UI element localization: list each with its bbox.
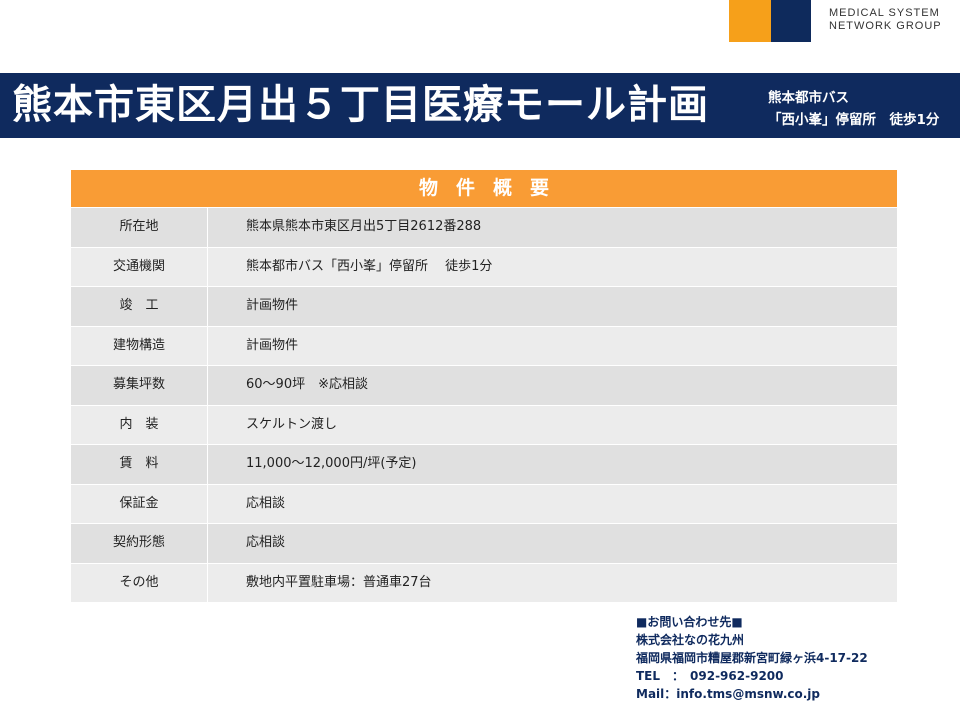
row-value: 熊本県熊本市東区月出5丁目2612番288: [246, 219, 482, 234]
row-label: 竣 工: [71, 287, 208, 326]
contact-mail[interactable]: Mail：info.tms@msnw.co.jp: [636, 685, 868, 703]
table-row-rent: 賃 料 11,000～12,000円/坪(予定): [71, 444, 897, 484]
table-row-completion: 竣 工 計画物件: [71, 286, 897, 326]
row-label: 内 装: [71, 405, 208, 444]
table-row-deposit: 保証金 応相談: [71, 483, 897, 523]
table-row-floor-area: 募集坪数 60～90坪 ※応相談: [71, 365, 897, 405]
contact-info: ■お問い合わせ先■ 株式会社なの花九州 福岡県福岡市糟屋郡新宮町緑ヶ浜4-17-…: [636, 613, 868, 703]
row-label: その他: [71, 563, 208, 602]
row-label: 建物構造: [71, 326, 208, 365]
table-row-location: 所在地 熊本県熊本市東区月出5丁目2612番288: [71, 207, 897, 247]
table-row-transport: 交通機関 熊本都市バス「西小峯」停留所 徒歩1分: [71, 246, 897, 286]
page-title: 熊本市東区月出５丁目医療モール計画: [12, 82, 709, 128]
logo-orange-block: [729, 0, 771, 42]
contact-company: 株式会社なの花九州: [636, 633, 745, 647]
table-row-other: その他 敷地内平置駐車場：普通車27台: [71, 562, 897, 602]
row-value: スケルトン渡し: [246, 416, 338, 432]
title-band: 熊本市東区月出５丁目医療モール計画 熊本都市バス 「西小峯」停留所 徒歩1分: [0, 73, 960, 138]
access-info: 熊本都市バス 「西小峯」停留所 徒歩1分: [768, 87, 939, 131]
logo-line-1: MEDICAL SYSTEM: [829, 7, 940, 19]
row-label: 契約形態: [71, 524, 208, 563]
property-overview-table: 物件概要 所在地 熊本県熊本市東区月出5丁目2612番288 交通機関 熊本都市…: [71, 170, 897, 602]
row-label: 募集坪数: [71, 366, 208, 405]
row-label: 賃 料: [71, 445, 208, 484]
row-value: 60～90坪 ※応相談: [246, 377, 368, 392]
logo-line-2: NETWORK GROUP: [829, 20, 942, 32]
table-row-structure: 建物構造 計画物件: [71, 325, 897, 365]
row-label: 交通機関: [71, 247, 208, 286]
logo-navy-block: [771, 0, 811, 42]
row-value: 応相談: [246, 495, 286, 511]
company-logo-text: MEDICAL SYSTEM NETWORK GROUP: [829, 7, 942, 33]
row-value: 敷地内平置駐車場：普通車27台: [246, 574, 432, 590]
row-value: 11,000～12,000円/坪(予定): [246, 456, 417, 471]
row-value: 計画物件: [246, 298, 299, 313]
contact-tel[interactable]: TEL ： 092-962-9200: [636, 667, 868, 685]
table-row-interior: 内 装 スケルトン渡し: [71, 404, 897, 444]
access-line-1: 熊本都市バス: [768, 90, 849, 106]
access-line-2: 「西小峯」停留所 徒歩1分: [768, 112, 940, 128]
row-value: 応相談: [246, 535, 286, 550]
row-value: 計画物件: [246, 337, 299, 353]
contact-heading: ■お問い合わせ先■: [636, 615, 743, 629]
table-row-contract: 契約形態 応相談: [71, 523, 897, 563]
contact-address: 福岡県福岡市糟屋郡新宮町緑ヶ浜4-17-22: [636, 651, 868, 665]
row-label: 所在地: [71, 208, 208, 247]
row-value: 熊本都市バス「西小峯」停留所 徒歩1分: [246, 258, 493, 274]
table-heading: 物件概要: [71, 170, 897, 207]
row-label: 保証金: [71, 484, 208, 523]
